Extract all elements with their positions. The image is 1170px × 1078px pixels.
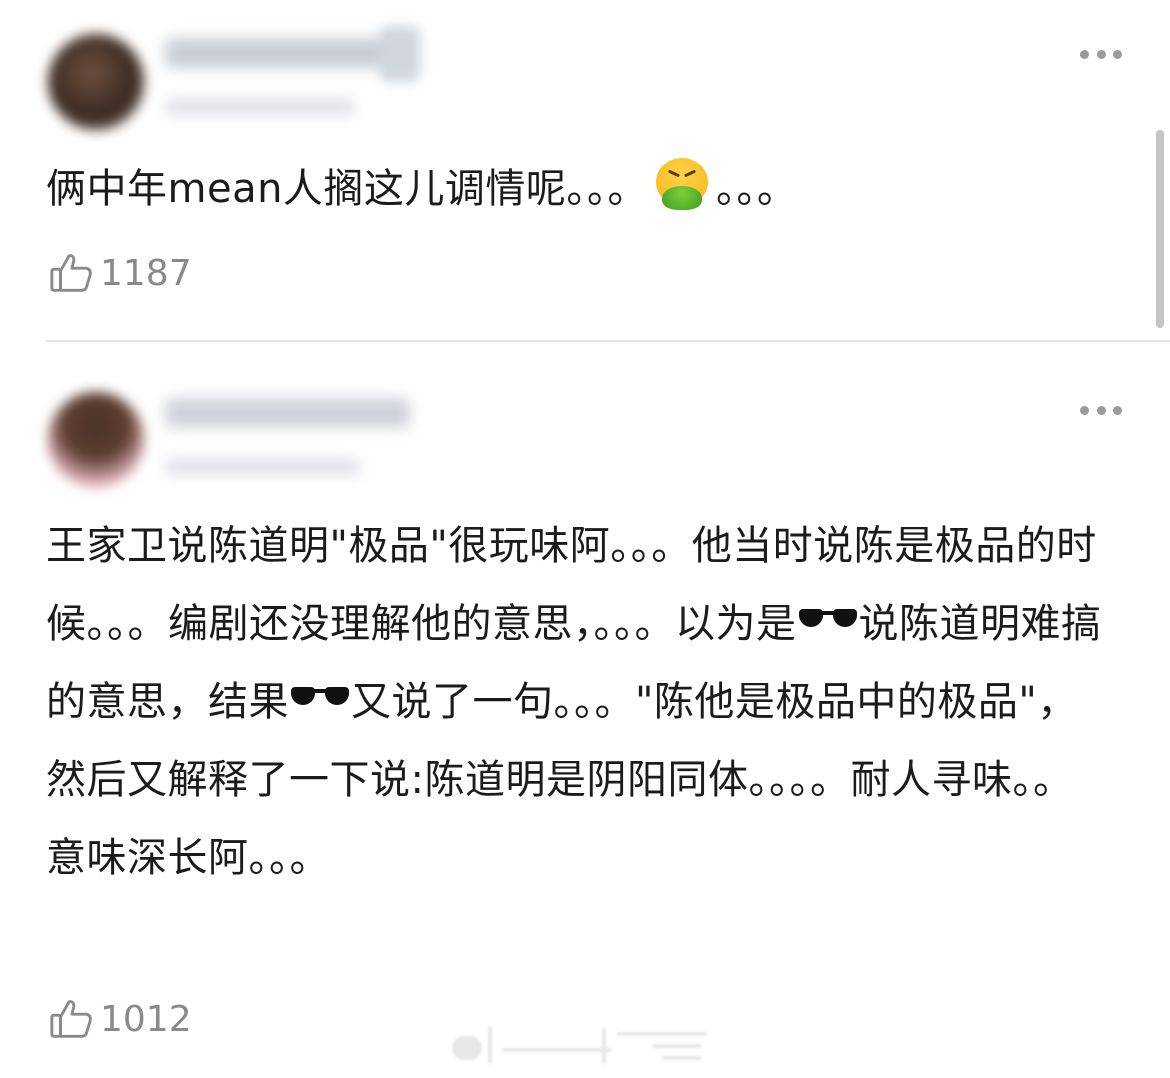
avatar[interactable]: [48, 392, 144, 488]
like-count: 1012: [100, 998, 192, 1040]
comment-meta-blurred: [165, 98, 355, 116]
comment-feed: 俩中年mean人搁这儿调情呢。。。。。。 1187 王家卫说陈道明"极品"很玩味…: [0, 0, 1170, 1078]
sunglasses-emoji: [798, 607, 857, 631]
username-blurred[interactable]: [165, 398, 410, 428]
watermark-blurred: [452, 1022, 714, 1068]
like-button[interactable]: 1187: [48, 250, 192, 296]
like-count: 1187: [100, 252, 192, 294]
comment-text: 王家卫说陈道明"极品"很玩味阿。。。他当时说陈是极品的时候。。。编剧还没理解他的…: [46, 523, 1102, 881]
face-vomiting-emoji: [655, 158, 708, 210]
avatar[interactable]: [48, 34, 144, 130]
comment-item: 俩中年mean人搁这儿调情呢。。。。。。 1187: [0, 0, 1170, 342]
like-button[interactable]: 1012: [48, 996, 192, 1042]
sunglasses-emoji: [291, 685, 349, 709]
thumbs-up-icon: [50, 254, 92, 292]
comment-meta-blurred: [165, 458, 360, 476]
comment-item: 王家卫说陈道明"极品"很玩味阿。。。他当时说陈是极品的时候。。。编剧还没理解他的…: [0, 342, 1170, 1078]
more-dots-icon[interactable]: [1080, 48, 1122, 60]
scrollbar[interactable]: [1156, 130, 1164, 328]
username-blurred[interactable]: [165, 38, 400, 68]
comment-text: 俩中年mean人搁这儿调情呢。。。。。。: [46, 150, 1110, 228]
user-badge-blurred: [380, 26, 420, 82]
thumbs-up-icon: [50, 1000, 92, 1038]
more-dots-icon[interactable]: [1080, 404, 1122, 416]
